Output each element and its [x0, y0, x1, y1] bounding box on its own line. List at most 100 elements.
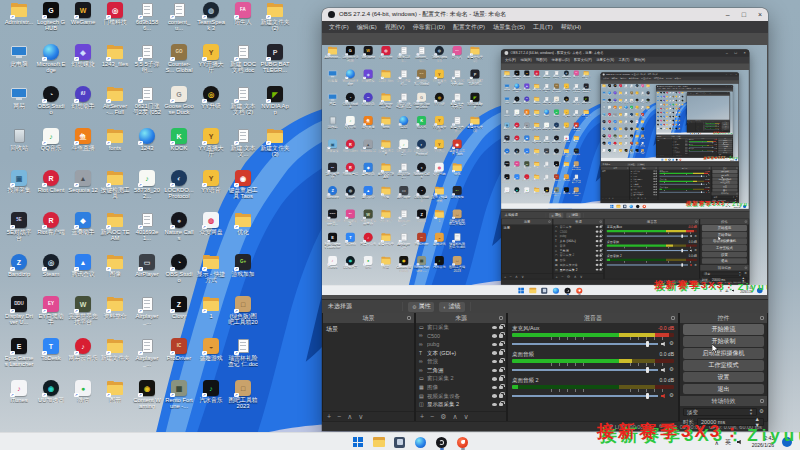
desktop-icon[interactable]: ↗资料整合	[100, 296, 130, 319]
desktop-icon[interactable]: 此电脑	[4, 44, 34, 67]
desktop-icon[interactable]: ◈↗幻想螺旋	[68, 44, 98, 67]
desktop-icon[interactable]: ▲↗Sequoia 12	[68, 170, 98, 193]
desktop-icon[interactable]: 5E↗5E对战平台	[4, 212, 34, 241]
desktop-icon[interactable]: Y↗YY语音	[196, 170, 226, 193]
desktop-icon[interactable]: ↗1243_files	[100, 44, 130, 67]
channel-gear-icon[interactable]: ⚙	[669, 341, 674, 347]
lock-icon[interactable]	[499, 360, 503, 364]
desktop-icon[interactable]: ↗Airplayer_...	[132, 296, 162, 325]
desktop-icon[interactable]: ↗5 5 5子弹 组...	[132, 44, 162, 73]
desktop-icon[interactable]: ♪↗QQ音乐	[36, 128, 66, 151]
visibility-eye-icon[interactable]	[492, 343, 497, 347]
source-row[interactable]: ∞pubg	[416, 340, 506, 349]
source-row[interactable]: ▦图像	[416, 383, 506, 392]
properties-button[interactable]: ⚙属性	[408, 302, 434, 312]
lock-icon[interactable]	[499, 326, 503, 330]
desktop-icon[interactable]: ↗Administr...	[4, 2, 34, 25]
desktop-icon[interactable]: ◍↗众安网盘	[196, 212, 226, 235]
control-button-5[interactable]: 退出	[683, 384, 764, 395]
desktop-icon[interactable]: ↗按键检测工具	[100, 170, 130, 199]
control-button-4[interactable]: 设置	[683, 372, 764, 383]
source-row[interactable]: ▭窗口采集	[416, 323, 506, 332]
toolbar-button[interactable]: ⚙	[440, 413, 446, 421]
toolbar-button[interactable]: +	[420, 413, 424, 420]
toolbar-button[interactable]: ∧	[347, 413, 352, 421]
desktop-icon[interactable]: ◉↗UU加速器	[36, 380, 66, 403]
mixer-dock-header[interactable]: 混音器	[508, 313, 678, 323]
desktop-icon[interactable]: 网易	[4, 86, 34, 109]
desktop-icon[interactable]: ◍↗TeamSpeak 3	[196, 2, 226, 31]
control-button-1[interactable]: 开始录制	[683, 336, 764, 347]
desktop-icon[interactable]: ↗显示 - 快捷方式	[196, 254, 226, 283]
desktop-icon[interactable]: W↗完美世界竞技平台	[68, 296, 98, 325]
desktop-icon[interactable]: ↗新建文件夹 (3)	[260, 128, 290, 157]
minimize-button[interactable]: –	[726, 11, 730, 18]
desktop-icon[interactable]: G+↗游戏加加	[228, 254, 258, 277]
control-button-2[interactable]: 启动虚拟摄像机	[683, 348, 764, 359]
sources-dock-header[interactable]: 来源	[416, 313, 506, 323]
speaker-icon[interactable]	[661, 368, 666, 373]
desktop-icon[interactable]: ◔↗OBS Studio	[164, 254, 194, 283]
lock-icon[interactable]	[499, 377, 503, 381]
scenes-dock-header[interactable]: 场景	[323, 313, 414, 323]
menu-item[interactable]: 文件(F)	[325, 23, 353, 32]
volume-slider[interactable]	[512, 343, 658, 345]
obs-titlebar[interactable]: OBS 27.2.4 (64-bit, windows) - 配置文件: 未命名…	[322, 8, 768, 21]
visibility-eye-icon[interactable]	[492, 394, 497, 398]
source-row[interactable]: ∞三角洲	[416, 366, 506, 375]
desktop-icon[interactable]: 回收站	[4, 128, 34, 151]
taskbar-store[interactable]	[394, 436, 406, 448]
desktop-icon[interactable]: □↗(绿色版)图吧工具箱202..	[228, 296, 258, 325]
lock-icon[interactable]	[499, 403, 503, 407]
menu-item[interactable]: 配置文件(P)	[449, 23, 489, 32]
desktop-icon[interactable]: □↗图吧工具箱 2023	[228, 380, 258, 409]
desktop-icon[interactable]: W↗WeGame	[68, 2, 98, 25]
desktop-icon[interactable]: P↗PUBG BATTLEGR...	[260, 44, 290, 73]
sources-list[interactable]: ▭窗口采集∞C500∞pubgT文本 (GDI+)∞音浪∞三角洲▭窗口采集 2▦…	[416, 323, 506, 411]
toolbar-button[interactable]: ∨	[464, 413, 469, 421]
desktop-icon[interactable]: ↗Microsoft Edge	[36, 44, 66, 73]
desktop-icon[interactable]: ◎↗Steam	[36, 254, 66, 277]
scenes-toolbar[interactable]: +−∧∨	[323, 411, 414, 421]
desktop-icon[interactable]: ↗新建 文本文档 (2)	[228, 86, 258, 115]
visibility-eye-icon[interactable]	[492, 360, 497, 364]
source-row[interactable]: ∞音浪	[416, 357, 506, 366]
desktop-icon[interactable]: ♪↗汽水音乐	[196, 380, 226, 403]
desktop-icon[interactable]: ▦↗Rento Fortune -...	[164, 380, 194, 409]
desktop-icon[interactable]: ↗1	[196, 296, 226, 319]
desktop-icon[interactable]: E↗Epic Games Launcher	[4, 338, 34, 367]
desktop-icon[interactable]: ◉↗Content Warning	[132, 380, 162, 409]
desktop-icon[interactable]: ↗0621门涨号2发 (0528)	[132, 86, 162, 115]
taskbar-obs[interactable]	[436, 436, 448, 448]
desktop-icon[interactable]: ↗6d9b1586...	[132, 2, 162, 31]
speaker-muted-icon[interactable]	[661, 394, 666, 399]
source-row[interactable]: ▭窗口采集 2	[416, 375, 506, 384]
visibility-eye-icon[interactable]	[492, 369, 497, 373]
maximize-button[interactable]: □	[742, 11, 746, 18]
desktop-icon[interactable]: ↗新建文件夹	[100, 338, 130, 361]
lock-icon[interactable]	[499, 343, 503, 347]
desktop-icon[interactable]: ◐↗LOCKDO... Protocol	[164, 170, 194, 199]
volume-slider[interactable]	[512, 369, 658, 371]
desktop-icon[interactable]: ↗fonts	[100, 128, 130, 151]
visibility-eye-icon[interactable]	[492, 386, 497, 390]
transition-select[interactable]: 淡变▲▼	[683, 408, 757, 417]
source-row[interactable]: ∞C500	[416, 332, 506, 341]
desktop-icon[interactable]: R↗Riot Client	[36, 170, 66, 193]
desktop-icon[interactable]: ↗401693e1...	[132, 212, 162, 241]
filters-button[interactable]: ◐滤镜	[439, 302, 464, 312]
toolbar-button[interactable]: −	[337, 413, 341, 420]
menu-item[interactable]: 工具(T)	[529, 23, 557, 32]
taskbar-app-red[interactable]	[457, 436, 469, 448]
desktop-icon[interactable]: IC↗ProDriver	[164, 338, 194, 361]
transitions-dock-header[interactable]: 转场特效	[680, 396, 767, 406]
desktop-icon[interactable]: FA↗陌生人	[228, 2, 258, 25]
desktop-icon[interactable]: ◆↗蓝叠助手	[68, 212, 98, 235]
desktop-icon[interactable]: Y↗YY直播大厅	[196, 128, 226, 157]
desktop-icon[interactable]: G↗Goose Goose Duck	[164, 86, 194, 115]
source-row[interactable]: T文本 (GDI+)	[416, 349, 506, 358]
visibility-eye-icon[interactable]	[492, 326, 497, 330]
visibility-eye-icon[interactable]	[492, 334, 497, 338]
desktop-icon[interactable]: ↗瑞雷杯礼险查记 仁.docx	[228, 338, 258, 367]
desktop-icon[interactable]: R↗Riot客户端	[36, 212, 66, 235]
